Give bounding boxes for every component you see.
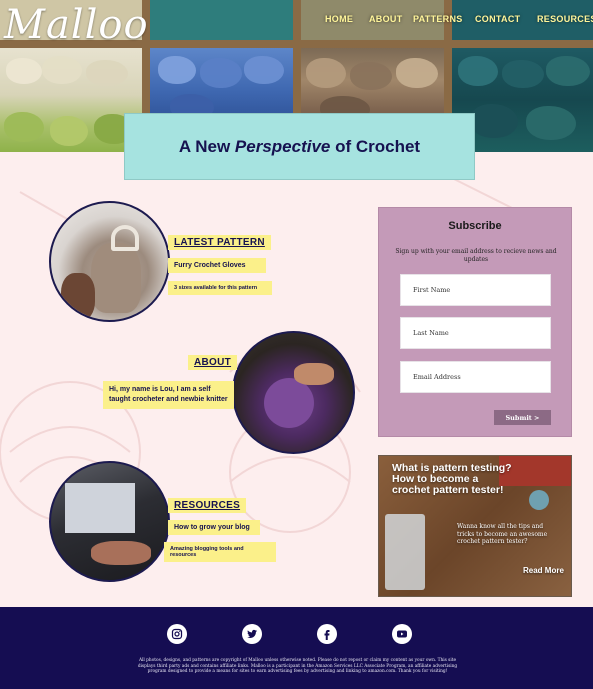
- hero-title-box: A New Perspective of Crochet: [124, 113, 475, 180]
- about-image[interactable]: [232, 331, 355, 454]
- email-field[interactable]: [400, 361, 551, 393]
- yarn-ball: [6, 58, 42, 84]
- latest-pattern-name[interactable]: Furry Crochet Gloves: [168, 258, 266, 273]
- yarn-ball: [200, 58, 242, 88]
- yarn-ball: [546, 56, 590, 86]
- notion-box-shape: [385, 514, 425, 590]
- laptop-screen-shape: [65, 483, 135, 533]
- yarn-ball: [396, 58, 438, 88]
- about-heading[interactable]: ABOUT: [188, 355, 238, 370]
- about-text: Hi, my name is Lou, I am a self taught c…: [103, 381, 234, 409]
- yarn-ball: [470, 104, 518, 138]
- yarn-ball: [502, 60, 544, 88]
- resources-image[interactable]: [49, 461, 170, 582]
- nav-contact[interactable]: CONTACT: [475, 14, 520, 24]
- hand-shape: [294, 363, 334, 385]
- subscribe-title: Subscribe: [448, 220, 502, 232]
- nav-patterns[interactable]: PATTERNS: [413, 14, 463, 24]
- latest-pattern-detail: 3 sizes available for this pattern: [168, 281, 272, 295]
- yarn-ball: [4, 112, 44, 142]
- instagram-icon[interactable]: [167, 624, 187, 644]
- yarn-ball: [158, 56, 196, 84]
- purple-yarn-shape: [264, 378, 314, 428]
- yarn-ball: [306, 58, 346, 88]
- nav-home[interactable]: HOME: [325, 14, 353, 24]
- blog-blurb: Wanna know all the tips and tricks to be…: [457, 523, 548, 545]
- first-name-field[interactable]: [400, 274, 551, 306]
- page-title: A New Perspective of Crochet: [178, 136, 421, 156]
- glove-shape: [91, 243, 141, 313]
- subscribe-description: Sign up with your email address to recie…: [395, 248, 557, 263]
- nav-about[interactable]: ABOUT: [369, 14, 403, 24]
- facebook-icon[interactable]: [317, 624, 337, 644]
- footer-legal-text: All photos, designs, and patterns are co…: [137, 658, 458, 674]
- blog-headline[interactable]: What is pattern testing? How to become a…: [392, 463, 512, 496]
- yarn-ball: [526, 106, 576, 140]
- twitter-icon[interactable]: [242, 624, 262, 644]
- yarn-ball: [458, 56, 498, 86]
- blog-post-card[interactable]: What is pattern testing? How to become a…: [378, 455, 572, 597]
- resources-item-grow-blog[interactable]: How to grow your blog: [168, 520, 260, 535]
- hands-shape: [91, 541, 151, 565]
- main-nav: HOME ABOUT PATTERNS CONTACT RESOURCES: [0, 14, 593, 28]
- latest-pattern-heading[interactable]: LATEST PATTERN: [168, 235, 271, 250]
- footer: All photos, designs, and patterns are co…: [0, 607, 593, 689]
- subscribe-panel: Subscribe Sign up with your email addres…: [378, 207, 572, 437]
- resources-item-tools[interactable]: Amazing blogging tools and resources: [164, 542, 276, 562]
- yarn-ball: [244, 56, 284, 84]
- nav-resources[interactable]: RESOURCES: [537, 14, 593, 24]
- glove-cuff-shape: [111, 225, 139, 251]
- hand-shape: [61, 273, 95, 320]
- yarn-ball: [350, 62, 392, 90]
- yarn-ball-shape: [529, 490, 549, 510]
- youtube-icon[interactable]: [392, 624, 412, 644]
- submit-button[interactable]: Submit >: [494, 410, 551, 425]
- yarn-ball: [50, 116, 88, 146]
- read-more-link[interactable]: Read More: [523, 566, 564, 575]
- last-name-field[interactable]: [400, 317, 551, 349]
- latest-pattern-image[interactable]: [49, 201, 170, 322]
- yarn-ball: [86, 60, 128, 86]
- resources-heading[interactable]: RESOURCES: [168, 498, 247, 513]
- yarn-ball: [42, 56, 82, 84]
